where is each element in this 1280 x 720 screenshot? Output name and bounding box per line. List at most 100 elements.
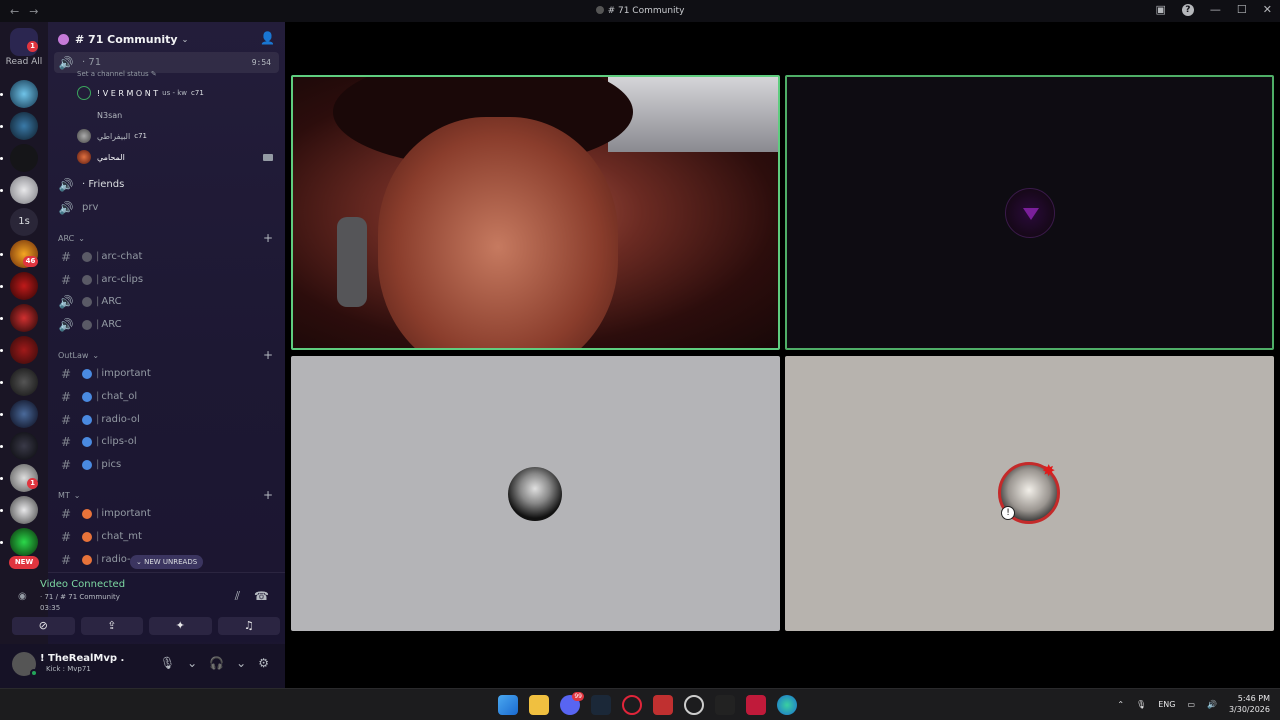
divider: |	[96, 459, 100, 470]
app-icon[interactable]	[715, 695, 735, 715]
network-icon[interactable]: ▭	[1187, 700, 1195, 709]
discord-icon[interactable]: 99	[560, 692, 584, 715]
text-channel[interactable]: # | important	[54, 363, 279, 384]
text-channel[interactable]: # | pics	[54, 454, 279, 475]
new-unreads-button[interactable]: ⌄ NEW UNREADS	[130, 555, 204, 569]
server-icon[interactable]	[10, 368, 38, 396]
new-servers-pill[interactable]: NEW	[9, 556, 39, 569]
activities-button[interactable]: ✦	[149, 617, 212, 635]
disconnect-icon[interactable]: ☎	[254, 589, 269, 604]
inbox-icon[interactable]: ▣	[1156, 3, 1166, 16]
channel-status-hint[interactable]: Set a channel status ✎	[77, 70, 157, 78]
forward-arrow-icon[interactable]: →	[29, 5, 38, 18]
voice-user[interactable]: المحامي	[77, 148, 125, 166]
orange-circle-icon	[82, 531, 92, 542]
channel-name: chat_mt	[101, 531, 142, 542]
hash-icon: #	[60, 506, 72, 521]
server-icon[interactable]	[10, 400, 38, 428]
text-channel[interactable]: # | chat_ol	[54, 386, 279, 407]
voice-user[interactable]: البيفراطي c71	[77, 127, 147, 145]
start-icon[interactable]	[498, 695, 518, 715]
chevron-down-icon[interactable]: ⌄	[236, 656, 246, 670]
text-channel[interactable]: # | radio-ol	[54, 409, 279, 430]
soundboard-button[interactable]: ♫	[217, 617, 280, 635]
microphone-icon[interactable]: 🎙	[160, 656, 175, 670]
video-tile[interactable]	[291, 356, 780, 631]
text-channel[interactable]: # | clips-ol	[54, 431, 279, 452]
server-icon[interactable]	[10, 112, 38, 140]
help-icon[interactable]: ?	[1181, 3, 1194, 16]
video-tile[interactable]: ✸ !	[785, 356, 1274, 631]
video-tile-speaking[interactable]	[785, 75, 1274, 350]
category-header[interactable]: ARC ⌄ +	[58, 231, 275, 245]
voice-connection-panel: ◉ Video Connected · 71 / # 71 Community …	[12, 572, 285, 642]
close-button[interactable]: ✕	[1263, 3, 1272, 16]
voice-channel[interactable]: 🔊 · Friends	[54, 174, 279, 195]
chevron-down-icon: ⌄	[181, 34, 189, 44]
microphone-icon[interactable]: 🎙	[1136, 700, 1146, 709]
server-icon[interactable]	[10, 144, 38, 172]
user-avatar	[508, 467, 562, 521]
maximize-button[interactable]: ☐	[1237, 3, 1247, 16]
language-indicator[interactable]: ENG	[1158, 700, 1175, 709]
text-channel[interactable]: # | arc-chat	[54, 246, 279, 267]
text-channel[interactable]: # | chat_mt	[54, 526, 279, 547]
camera-off-button[interactable]: ⊘	[12, 617, 75, 635]
unread-pip	[0, 189, 3, 192]
app-icon[interactable]	[653, 695, 673, 715]
category-header[interactable]: MT ⌄ +	[58, 488, 275, 502]
chevron-down-icon: ⌄	[78, 233, 85, 243]
server-icon[interactable]	[10, 496, 38, 524]
chevron-down-icon[interactable]: ⌄	[187, 656, 197, 670]
opera-icon[interactable]	[622, 695, 642, 715]
user-panel: ! TheRealMvp . Kick : Mvp71 🎙 ⌄ 🎧 ⌄ ⚙	[0, 644, 285, 688]
noise-suppression-icon[interactable]: ⫽	[235, 589, 240, 604]
channel-name: · Friends	[82, 179, 125, 190]
minimize-button[interactable]: —	[1210, 3, 1221, 16]
muted-icon: !	[1001, 506, 1015, 520]
chrome-icon[interactable]	[684, 695, 704, 715]
steam-icon[interactable]	[591, 695, 611, 715]
server-icon[interactable]	[10, 176, 38, 204]
volume-icon[interactable]: 🔊	[1207, 700, 1217, 709]
username[interactable]: ! TheRealMvp .	[40, 653, 124, 664]
clock[interactable]: 5:46 PM 3/30/2026	[1229, 693, 1270, 715]
connection-status[interactable]: Video Connected	[40, 579, 125, 590]
voice-channel[interactable]: 🔊 prv	[54, 197, 279, 218]
server-header[interactable]: # 71 Community ⌄ 👤	[58, 30, 277, 48]
video-stage: ✸ !	[285, 22, 1280, 688]
gear-icon[interactable]: ⚙	[258, 656, 269, 670]
server-icon[interactable]	[10, 304, 38, 332]
category-header[interactable]: OutLaw ⌄ +	[58, 348, 275, 362]
server-icon[interactable]	[10, 272, 38, 300]
edge-icon[interactable]	[777, 695, 797, 715]
back-arrow-icon[interactable]: ←	[10, 5, 19, 18]
server-name: # 71 Community	[75, 32, 178, 46]
signal-icon[interactable]: ◉	[18, 591, 27, 602]
screen-share-button[interactable]: ⇪	[80, 617, 143, 635]
video-tile-camera[interactable]	[291, 75, 780, 350]
voice-user[interactable]: N3san	[77, 106, 122, 124]
voice-user[interactable]: ! V E R M O N T us - kw c71	[77, 84, 204, 102]
server-text-icon[interactable]: 1s	[10, 208, 38, 236]
invite-people-icon[interactable]: 👤	[260, 31, 275, 45]
chevron-up-icon[interactable]: ⌃	[1117, 700, 1124, 709]
voice-channel[interactable]: 🔊 | ARC	[54, 314, 279, 335]
anger-icon: ✸	[1042, 461, 1056, 480]
headphones-icon[interactable]: 🎧	[209, 656, 224, 670]
read-all-button[interactable]: Read All	[0, 57, 48, 67]
app-icon[interactable]	[746, 695, 766, 715]
voice-channel[interactable]: 🔊 | ARC	[54, 291, 279, 312]
hash-icon: #	[60, 457, 72, 472]
server-icon[interactable]	[10, 432, 38, 460]
text-channel[interactable]: # | important	[54, 503, 279, 524]
create-channel-icon[interactable]: +	[263, 348, 273, 362]
server-icon[interactable]	[10, 336, 38, 364]
text-channel[interactable]: # | arc-clips	[54, 269, 279, 290]
create-channel-icon[interactable]: +	[263, 231, 273, 245]
create-channel-icon[interactable]: +	[263, 488, 273, 502]
server-icon[interactable]	[10, 528, 38, 556]
server-icon[interactable]	[10, 80, 38, 108]
connection-location[interactable]: · 71 / # 71 Community	[40, 593, 120, 601]
file-explorer-icon[interactable]	[529, 695, 549, 715]
